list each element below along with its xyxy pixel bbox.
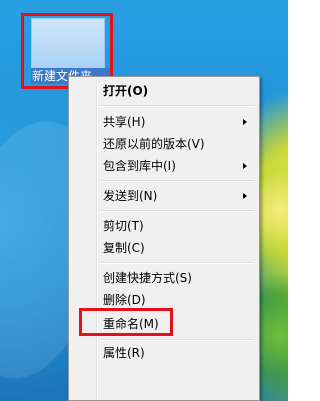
menu-item-label: 共享(H) xyxy=(103,115,146,129)
menu-item-label: 还原以前的版本(V) xyxy=(103,137,205,151)
menu-separator xyxy=(99,180,254,182)
desktop-background: 新建文件夹 打开(O) 共享(H) 还原以前的版本(V) 包含到库中(I) 发送… xyxy=(0,0,288,401)
menu-item-include-in-library[interactable]: 包含到库中(I) xyxy=(71,155,257,177)
menu-item-label: 剪切(T) xyxy=(103,219,144,233)
menu-item-label: 创建快捷方式(S) xyxy=(103,271,192,285)
context-menu: 打开(O) 共享(H) 还原以前的版本(V) 包含到库中(I) 发送到(N) 剪… xyxy=(68,76,260,401)
menu-item-label: 包含到库中(I) xyxy=(103,159,176,173)
submenu-arrow-icon xyxy=(243,193,247,199)
menu-item-restore-previous-versions[interactable]: 还原以前的版本(V) xyxy=(71,133,257,155)
menu-item-create-shortcut[interactable]: 创建快捷方式(S) xyxy=(71,267,257,289)
menu-item-open[interactable]: 打开(O) xyxy=(71,80,257,102)
submenu-arrow-icon xyxy=(243,163,247,169)
menu-item-label: 复制(C) xyxy=(103,241,145,255)
submenu-arrow-icon xyxy=(243,119,247,125)
menu-item-properties[interactable]: 属性(R) xyxy=(71,342,257,364)
menu-separator xyxy=(99,262,254,264)
menu-item-label: 发送到(N) xyxy=(103,189,158,203)
menu-separator xyxy=(99,105,254,107)
menu-item-label: 属性(R) xyxy=(103,346,145,360)
menu-separator xyxy=(99,210,254,212)
menu-item-share[interactable]: 共享(H) xyxy=(71,111,257,133)
menu-item-label: 打开(O) xyxy=(103,84,149,98)
menu-item-copy[interactable]: 复制(C) xyxy=(71,237,257,259)
rename-highlight-box xyxy=(79,308,173,336)
menu-item-cut[interactable]: 剪切(T) xyxy=(71,215,257,237)
menu-item-send-to[interactable]: 发送到(N) xyxy=(71,185,257,207)
menu-separator xyxy=(99,339,254,341)
